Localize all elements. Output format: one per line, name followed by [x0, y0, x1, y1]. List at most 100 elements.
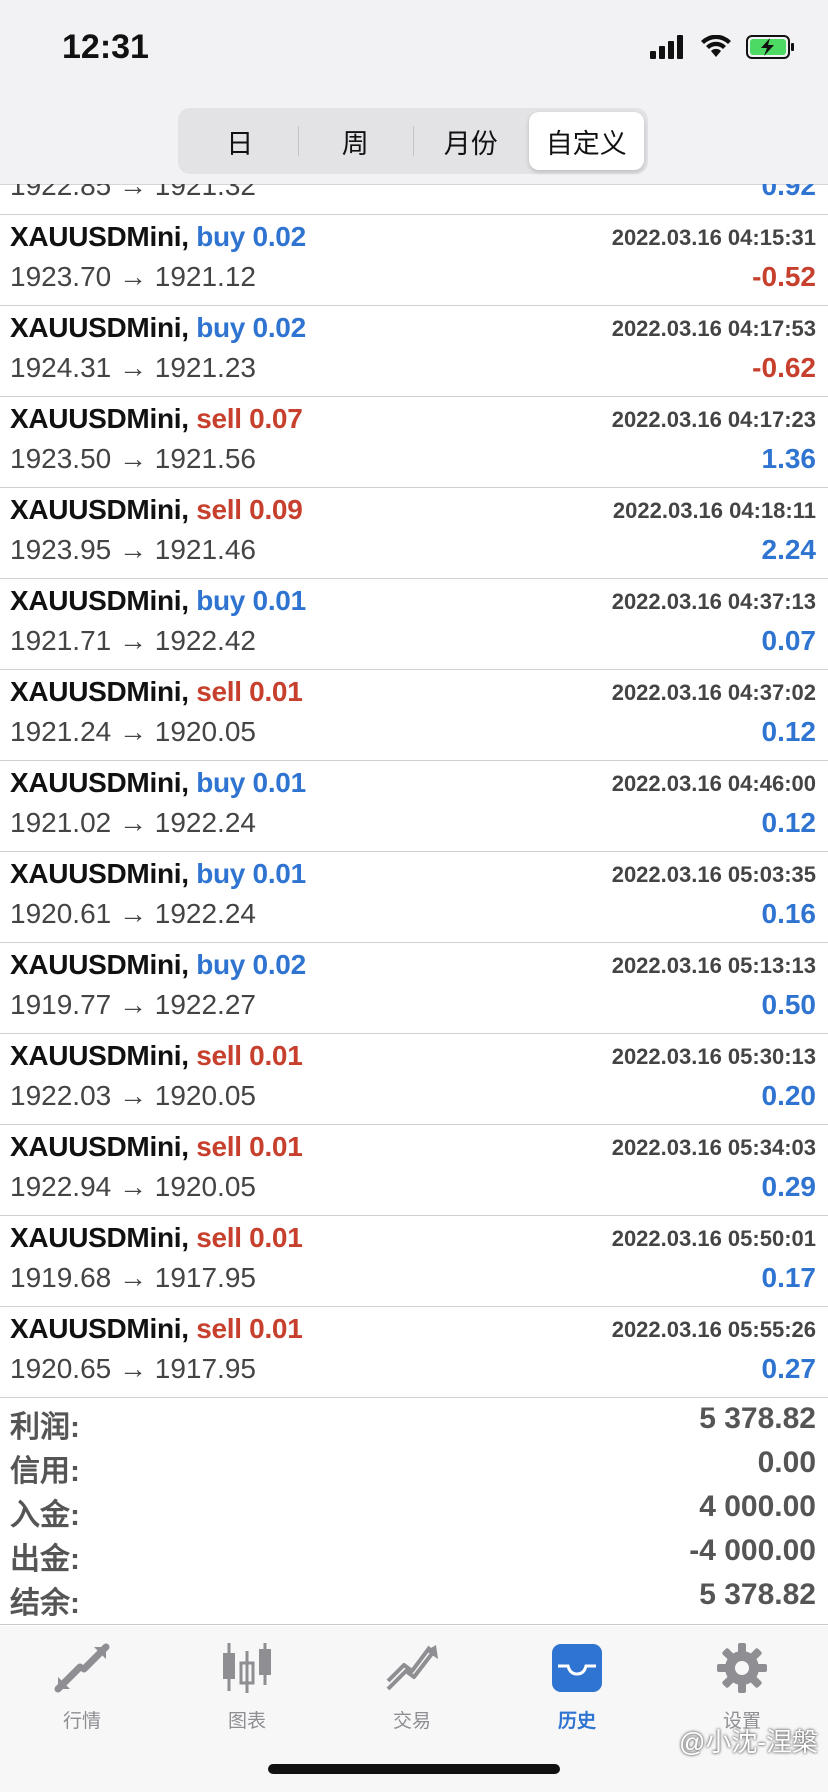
summary-label: 出金:: [10, 1543, 80, 1576]
deal-direction: buy 0.01: [196, 767, 306, 798]
deal-profit: 0.12: [761, 716, 817, 747]
deal-direction: buy 0.02: [196, 221, 306, 252]
deal-title: XAUUSDMini, sell 0.01: [10, 676, 303, 708]
tab-month[interactable]: 月份: [413, 112, 529, 170]
deal-prices: 1923.70 → 1921.12: [10, 261, 256, 292]
summary-value: 0.00: [757, 1446, 816, 1479]
deal-symbol: XAUUSDMini,: [10, 312, 189, 343]
deal-direction: buy 0.01: [196, 585, 306, 616]
deal-row[interactable]: XAUUSDMini, buy 0.01 2022.03.16 04:37:13 1…: [0, 579, 828, 670]
deal-profit: 0.92: [761, 184, 817, 201]
status-bar: 12:31: [0, 0, 828, 104]
summary-profit: 利润: 5 378.82: [0, 1398, 828, 1444]
cellular-signal-icon: [650, 35, 683, 59]
deal-prices: 1920.65 → 1917.95: [10, 1353, 256, 1384]
deal-title: XAUUSDMini, sell 0.01: [10, 1131, 303, 1163]
deal-prices: 1921.71 → 1922.42: [10, 625, 256, 656]
deal-time: 2022.03.16 04:46:00: [611, 771, 816, 796]
deal-direction: sell 0.07: [196, 403, 303, 434]
deal-direction: sell 0.01: [196, 676, 303, 707]
deal-prices: 1922.85 → 1921.32: [10, 184, 256, 201]
deal-row[interactable]: XAUUSDMini, buy 0.02 2022.03.16 04:15:31 1…: [0, 215, 828, 306]
deal-direction: sell 0.01: [196, 1131, 303, 1162]
account-summary: 利润: 5 378.82 信用: 0.00 入金: 4 000.00 出金: -…: [0, 1398, 828, 1625]
deal-prices: 1919.77 → 1922.27: [10, 989, 256, 1020]
deal-direction: buy 0.02: [196, 312, 306, 343]
deal-time: 2022.03.16 04:37:13: [611, 589, 816, 614]
deal-row[interactable]: XAUUSDMini, sell 0.01 2022.03.16 05:50:01…: [0, 1216, 828, 1307]
deal-time: 2022.03.16 05:55:26: [611, 1317, 816, 1342]
deal-profit: -0.62: [752, 352, 816, 383]
deal-prices: 1919.68 → 1917.95: [10, 1262, 256, 1293]
summary-deposit: 入金: 4 000.00: [0, 1486, 828, 1532]
tab-custom[interactable]: 自定义: [528, 112, 644, 170]
tab-history[interactable]: 历史: [507, 1640, 647, 1733]
deal-profit: 0.16: [761, 898, 817, 929]
deal-prices: 1922.94 → 1920.05: [10, 1171, 256, 1202]
deal-row[interactable]: XAUUSDMini, sell 0.01 2022.03.16 05:34:03…: [0, 1125, 828, 1216]
deal-row[interactable]: XAUUSDMini, sell 0.01 2022.03.16 05:55:26…: [0, 1307, 828, 1398]
tab-chart[interactable]: 图表: [177, 1640, 317, 1733]
tab-trade[interactable]: 交易: [342, 1640, 482, 1733]
deal-time: 2022.03.16 05:13:13: [611, 953, 816, 978]
clock: 12:31: [62, 28, 149, 66]
summary-label: 结余:: [10, 1587, 80, 1620]
deal-profit: 0.17: [761, 1262, 817, 1293]
deal-profit: 0.27: [761, 1353, 817, 1384]
summary-withdrawal: 出金: -4 000.00: [0, 1530, 828, 1576]
trade-icon: [386, 1645, 438, 1691]
deal-prices: 1921.24 → 1920.05: [10, 716, 256, 747]
deal-row[interactable]: XAUUSDMini, sell 0.01 2022.03.16 05:30:13…: [0, 1034, 828, 1125]
deal-prices: 1922.03 → 1920.05: [10, 1080, 256, 1111]
deal-symbol: XAUUSDMini,: [10, 949, 189, 980]
tab-day[interactable]: 日: [182, 112, 298, 170]
deal-row[interactable]: XAUUSDMini, sell 0.07 2022.03.16 04:17:23…: [0, 397, 828, 488]
wifi-icon: [701, 35, 731, 57]
deal-title: XAUUSDMini, buy 0.02: [10, 312, 306, 344]
tab-quotes[interactable]: 行情: [12, 1640, 152, 1733]
summary-value: 5 378.82: [699, 1578, 816, 1611]
deal-profit: 2.24: [761, 534, 817, 565]
deal-symbol: XAUUSDMini,: [10, 1313, 189, 1344]
deal-symbol: XAUUSDMini,: [10, 1040, 189, 1071]
deal-profit: -0.52: [752, 261, 816, 292]
deal-prices: 1924.31 → 1921.23: [10, 352, 256, 383]
tab-week[interactable]: 周: [297, 112, 414, 170]
deal-direction: sell 0.09: [196, 494, 303, 525]
deal-row[interactable]: XAUUSDMini, sell 0.01 2022.03.16 04:37:02…: [0, 670, 828, 761]
home-indicator[interactable]: [268, 1764, 560, 1774]
deal-direction: sell 0.01: [196, 1313, 303, 1344]
summary-label: 信用:: [10, 1455, 80, 1488]
deal-list[interactable]: 1922.85 → 1921.32 0.92 XAUUSDMini, buy 0…: [0, 184, 828, 1398]
deal-title: XAUUSDMini, buy 0.02: [10, 221, 306, 253]
deal-time: 2022.03.16 04:18:11: [612, 498, 816, 523]
deal-symbol: XAUUSDMini,: [10, 494, 189, 525]
tab-label: 行情: [62, 1711, 101, 1732]
deal-symbol: XAUUSDMini,: [10, 403, 189, 434]
deal-title: XAUUSDMini, buy 0.01: [10, 858, 306, 890]
deal-direction: buy 0.02: [196, 949, 306, 980]
deal-row-partial[interactable]: 1922.85 → 1921.32 0.92: [0, 184, 828, 215]
deal-symbol: XAUUSDMini,: [10, 767, 189, 798]
deal-title: XAUUSDMini, buy 0.02: [10, 949, 306, 981]
deal-symbol: XAUUSDMini,: [10, 1222, 189, 1253]
deal-profit: 1.36: [761, 443, 817, 474]
deal-profit: 0.29: [761, 1171, 817, 1202]
deal-title: XAUUSDMini, sell 0.09: [10, 494, 303, 526]
deal-row[interactable]: XAUUSDMini, buy 0.01 2022.03.16 04:46:00 1…: [0, 761, 828, 852]
deal-title: XAUUSDMini, sell 0.07: [10, 403, 303, 435]
deal-symbol: XAUUSDMini,: [10, 585, 189, 616]
deal-row[interactable]: XAUUSDMini, sell 0.09 2022.03.16 04:18:11…: [0, 488, 828, 579]
summary-balance: 结余: 5 378.82: [0, 1574, 828, 1620]
quotes-icon: [54, 1643, 110, 1693]
deal-profit: 0.07: [761, 625, 817, 656]
tab-settings[interactable]: 设置: [672, 1640, 812, 1733]
summary-value: 4 000.00: [699, 1490, 816, 1523]
deal-profit: 0.12: [761, 807, 817, 838]
deal-symbol: XAUUSDMini,: [10, 221, 189, 252]
deal-row[interactable]: XAUUSDMini, buy 0.02 2022.03.16 05:13:13 1…: [0, 943, 828, 1034]
deal-row[interactable]: XAUUSDMini, buy 0.01 2022.03.16 05:03:35 1…: [0, 852, 828, 943]
tab-label: 历史: [557, 1711, 596, 1732]
deal-row[interactable]: XAUUSDMini, buy 0.02 2022.03.16 04:17:53 1…: [0, 306, 828, 397]
summary-value: -4 000.00: [689, 1534, 816, 1567]
